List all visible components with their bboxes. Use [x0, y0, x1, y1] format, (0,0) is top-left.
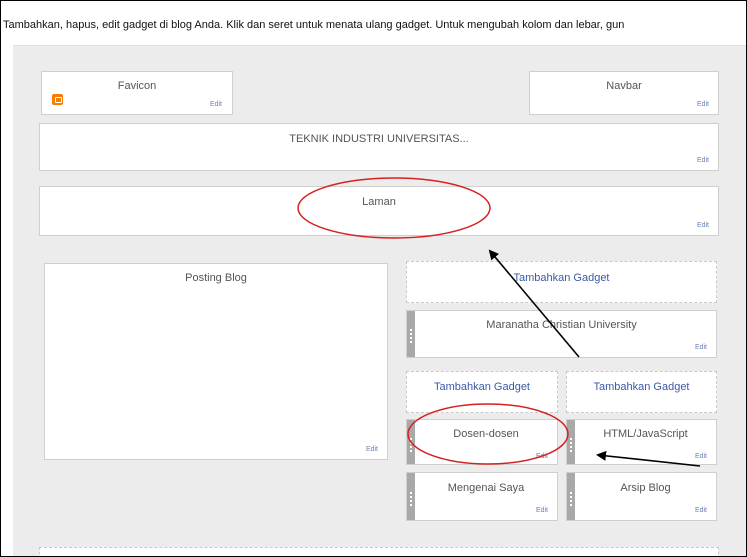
gadget-title: Posting Blog	[185, 272, 247, 284]
gadget-title: Navbar	[606, 80, 642, 92]
gadget-title: Mengenai Saya	[447, 482, 525, 494]
gadget-title: Favicon	[117, 80, 157, 92]
gadget-blog-title[interactable]: TEKNIK INDUSTRI UNIVERSITAS... Edit	[39, 123, 719, 171]
gadget-title: Dosen-dosen	[453, 428, 519, 440]
gadget-about-me[interactable]: Mengenai Saya Edit	[406, 472, 558, 521]
add-gadget-label: Tambahkan Gadget	[433, 381, 530, 393]
gadget-maranatha[interactable]: Maranatha Christian University Edit	[406, 310, 717, 358]
gadget-title: Maranatha Christian University	[486, 319, 637, 331]
drag-handle[interactable]	[567, 473, 575, 520]
edit-link[interactable]: Edit	[536, 453, 548, 460]
add-gadget-col-left[interactable]: Tambahkan Gadget	[406, 371, 558, 413]
edit-link[interactable]: Edit	[695, 344, 707, 351]
instruction-bar: Tambahkan, hapus, edit gadget di blog An…	[1, 1, 746, 35]
edit-link[interactable]: Edit	[697, 222, 709, 229]
add-gadget-label: Tambahkan Gadget	[593, 381, 690, 393]
drag-handle[interactable]	[407, 473, 415, 520]
drag-handle[interactable]	[407, 311, 415, 357]
gadget-title: Arsip Blog	[620, 482, 671, 494]
gadget-dosen[interactable]: Dosen-dosen Edit	[406, 419, 558, 465]
drag-handle[interactable]	[567, 420, 575, 464]
edit-link[interactable]: Edit	[697, 101, 709, 108]
screenshot-frame: Tambahkan, hapus, edit gadget di blog An…	[0, 0, 747, 557]
edit-link[interactable]: Edit	[536, 507, 548, 514]
add-gadget-sidebar-top[interactable]: Tambahkan Gadget	[406, 261, 717, 303]
drag-handle[interactable]	[407, 420, 415, 464]
gadget-archive[interactable]: Arsip Blog Edit	[566, 472, 717, 521]
edit-link[interactable]: Edit	[695, 507, 707, 514]
blogger-icon	[52, 94, 63, 105]
add-gadget-footer[interactable]	[39, 547, 719, 556]
edit-link[interactable]: Edit	[697, 157, 709, 164]
add-gadget-label: Tambahkan Gadget	[513, 272, 610, 284]
gadget-navbar[interactable]: Navbar Edit	[529, 71, 719, 115]
add-gadget-col-right[interactable]: Tambahkan Gadget	[566, 371, 717, 413]
gadget-pages[interactable]: Laman Edit	[39, 186, 719, 236]
gadget-html-javascript[interactable]: HTML/JavaScript Edit	[566, 419, 717, 465]
edit-link[interactable]: Edit	[366, 446, 378, 453]
gadget-favicon[interactable]: Favicon Edit	[41, 71, 233, 115]
edit-link[interactable]: Edit	[210, 101, 222, 108]
gadget-blog-posts[interactable]: Posting Blog Edit	[44, 263, 388, 460]
gadget-title: HTML/JavaScript	[603, 428, 688, 440]
instruction-text: Tambahkan, hapus, edit gadget di blog An…	[3, 19, 625, 31]
gadget-title: Laman	[362, 196, 396, 208]
edit-link[interactable]: Edit	[695, 453, 707, 460]
gadget-title: TEKNIK INDUSTRI UNIVERSITAS...	[289, 133, 469, 145]
